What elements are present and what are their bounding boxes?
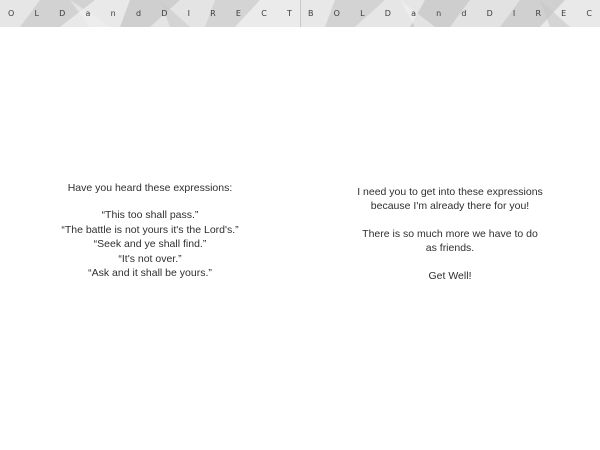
banner-letter: n [110, 9, 116, 18]
banner-letter: T [286, 9, 292, 18]
banner-letter: O [333, 9, 340, 18]
message-line: I need you to get into these expressions [357, 186, 543, 198]
banner-letter: I [512, 9, 516, 18]
banner-letter: L [360, 9, 365, 18]
message-line: “The battle is not yours it's the Lord's… [61, 223, 239, 236]
right-banner: B O L Da n d D I R E C [300, 0, 600, 27]
left-banner-text: O L Da n d D I R E C T [0, 0, 300, 27]
card-spread: O L Da n d D I R E C T Have you heard these expres… [0, 0, 600, 450]
left-banner: O L Da n d D I R E C T [0, 0, 300, 27]
banner-letter: B [308, 9, 314, 18]
banner-letter: D [384, 9, 391, 18]
right-page: B O L Da n d D I R E C I need you to get into thes… [300, 0, 600, 450]
right-banner-text: B O L Da n d D I R E C [300, 0, 600, 27]
message-line: Have you heard these expressions: [67, 182, 233, 194]
left-message: Have you heard these expressions: “This t… [0, 181, 300, 280]
banner-letter: E [561, 9, 567, 18]
banner-letter: E [235, 9, 241, 18]
message-line: as friends. [425, 242, 475, 255]
message-line: “Ask and it shall be yours.” [88, 267, 212, 280]
banner-letter: I [187, 9, 190, 18]
page-fold-divider [299, 0, 301, 27]
message-line: “Seek and ye shall find.” [93, 238, 207, 251]
message-line: because I'm already there for you! [370, 200, 530, 213]
banner-letter: L [34, 9, 39, 18]
banner-letter: O [8, 9, 15, 18]
banner-letter: a [85, 9, 91, 18]
banner-letter: n [436, 9, 442, 18]
banner-letter: a [411, 9, 416, 18]
banner-letter: R [210, 9, 216, 18]
right-message: I need you to get into these expressions… [300, 185, 600, 283]
message-line: “It's not over.” [118, 252, 182, 265]
banner-letter: d [461, 9, 467, 18]
banner-letter: C [586, 9, 592, 18]
banner-letter: C [261, 9, 267, 18]
banner-letter: D [486, 9, 493, 18]
banner-letter: D [161, 9, 168, 18]
banner-letter: D [59, 9, 66, 18]
banner-letter: d [135, 9, 142, 18]
message-line: Get Well! [428, 269, 472, 282]
message-line: There is so much more we have to do [362, 227, 538, 240]
banner-letter: R [535, 9, 541, 18]
left-page: O L Da n d D I R E C T Have you heard these expres… [0, 0, 300, 450]
message-line: “This too shall pass.” [101, 209, 199, 222]
